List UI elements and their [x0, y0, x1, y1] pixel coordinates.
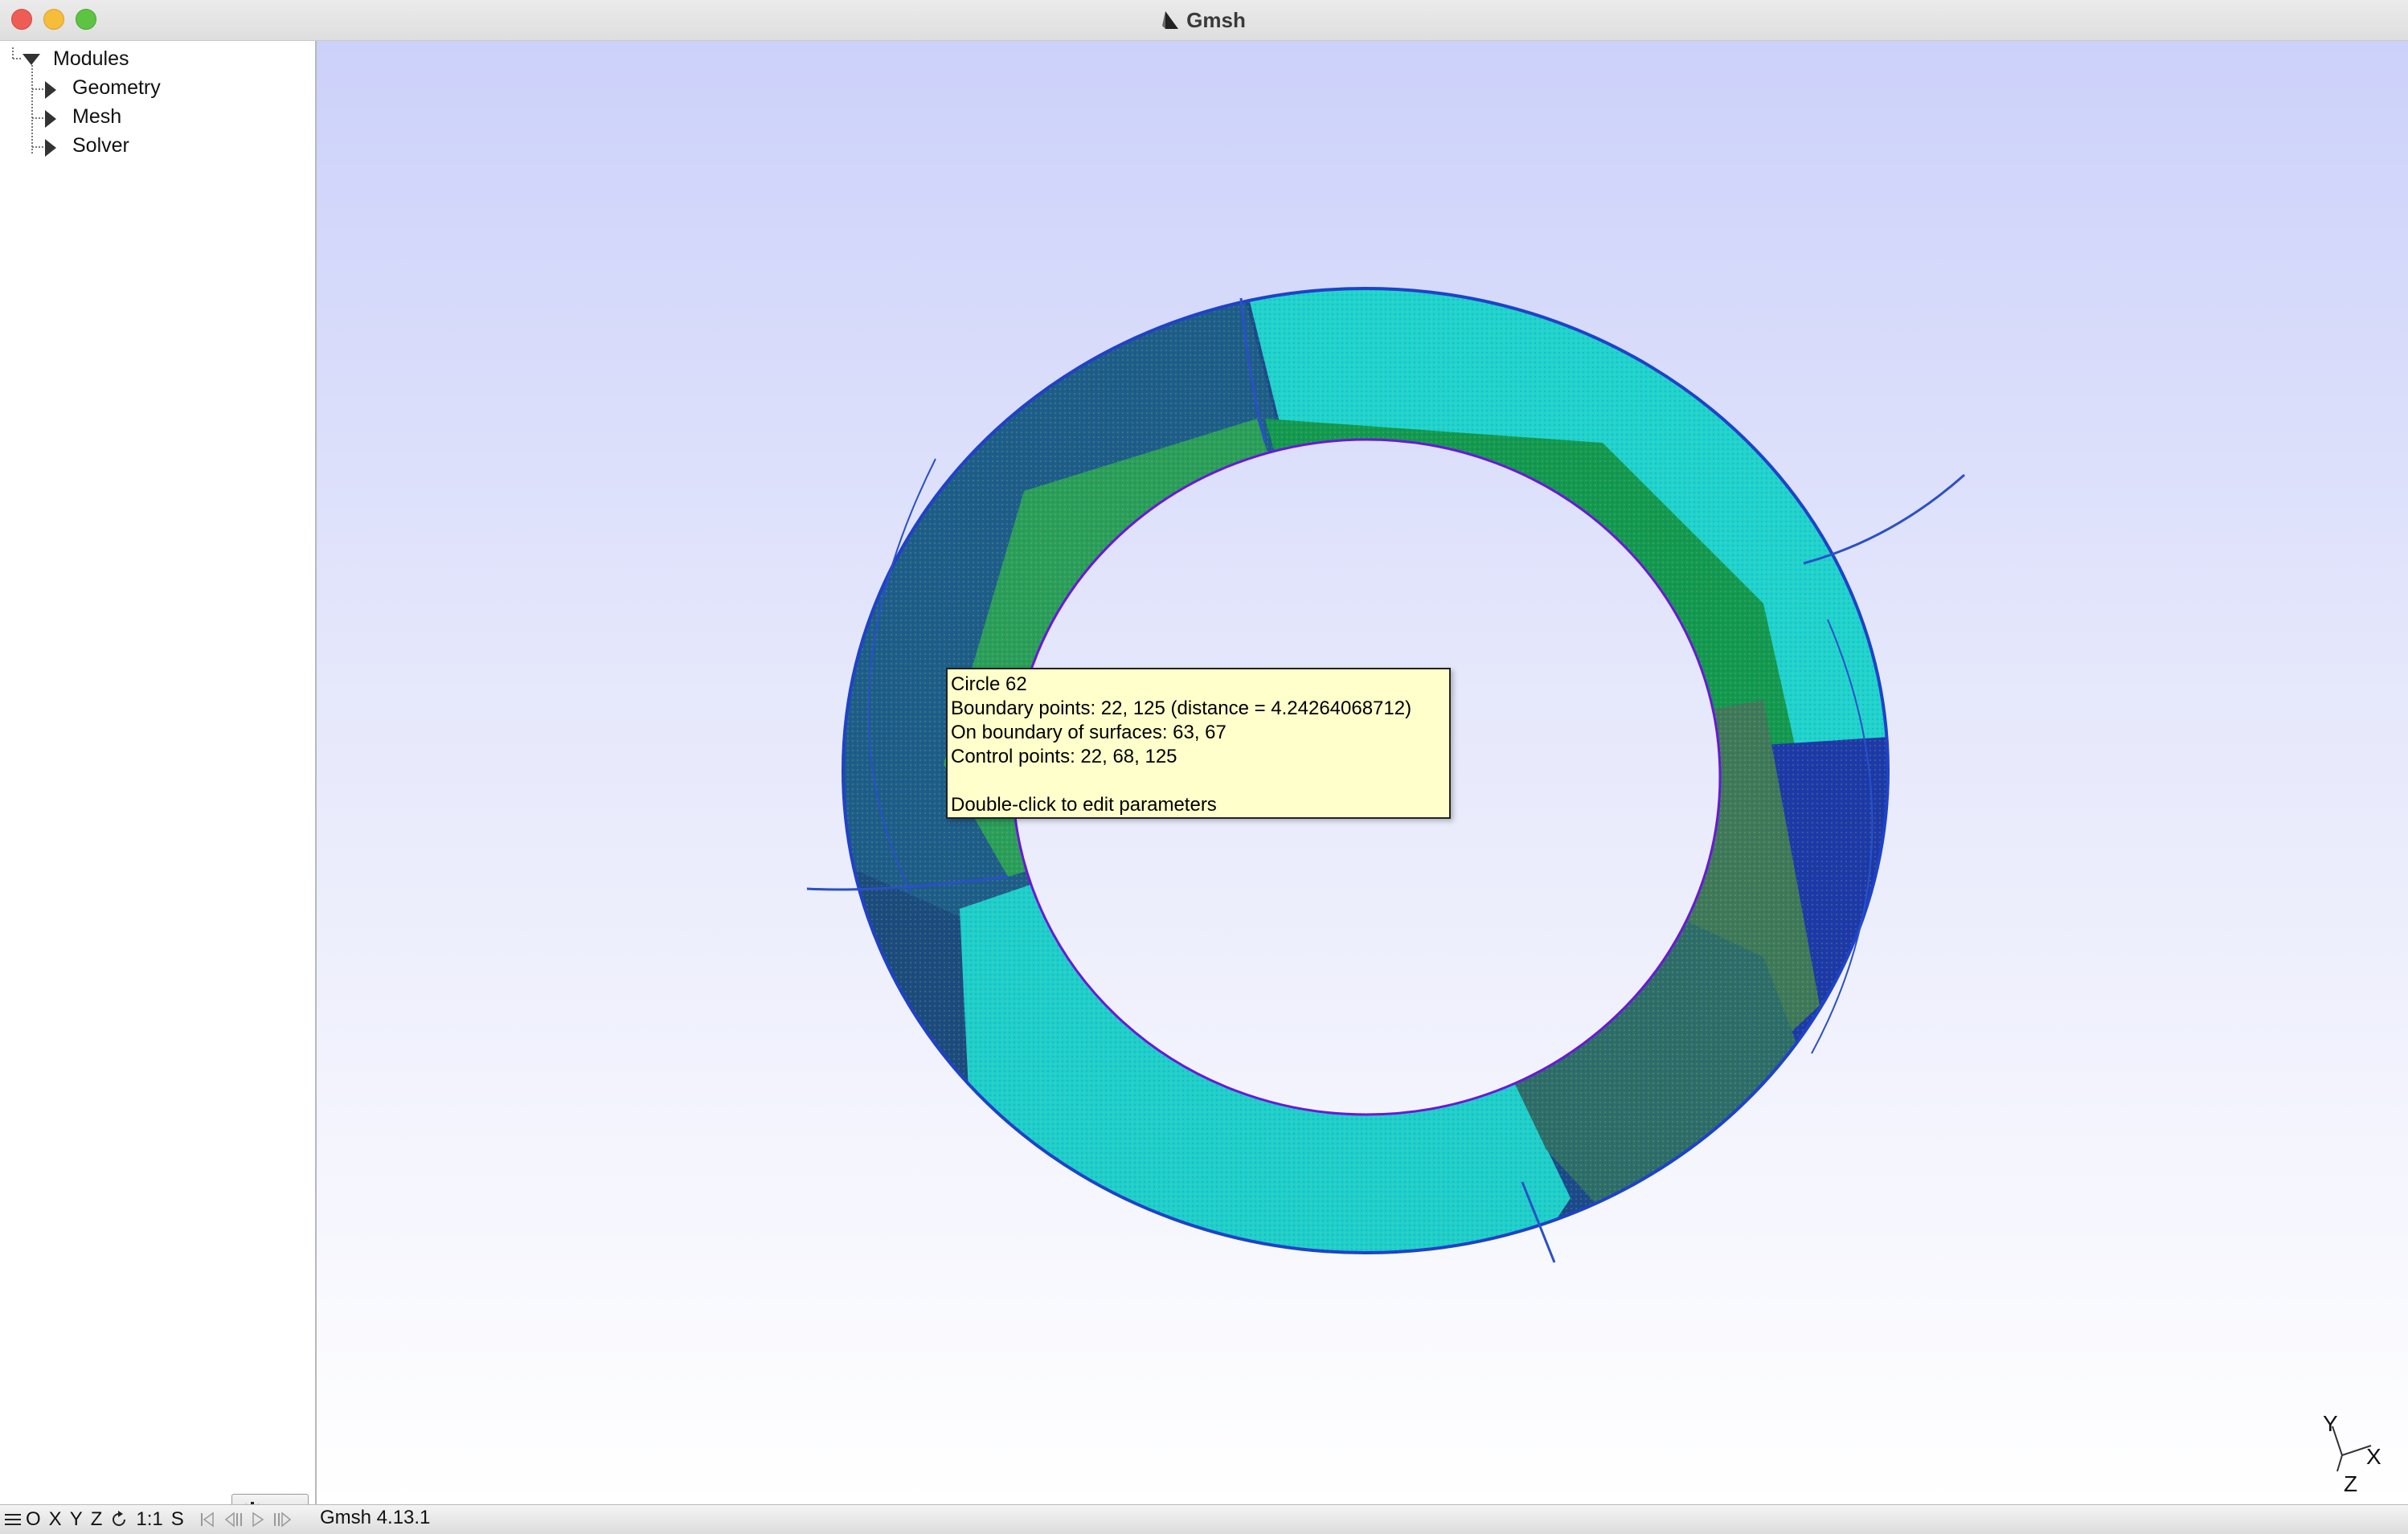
- tree-expand-icon[interactable]: [45, 81, 58, 103]
- first-frame-icon[interactable]: [200, 1512, 216, 1528]
- tree-root-modules[interactable]: Modules: [53, 47, 129, 71]
- view-origin-button[interactable]: O: [26, 1508, 41, 1531]
- gmsh-logo-icon: [1162, 10, 1180, 31]
- graphics-viewport[interactable]: Circle 62 Boundary points: 22, 125 (dist…: [317, 41, 2408, 1504]
- scale-s-button[interactable]: S: [171, 1508, 184, 1531]
- hamburger-icon[interactable]: [5, 1512, 21, 1528]
- next-frame-icon[interactable]: [272, 1512, 292, 1528]
- status-message: Gmsh 4.13.1: [320, 1507, 431, 1528]
- tooltip-spacer: [951, 769, 1446, 793]
- tooltip-hint: Double-click to edit parameters: [951, 794, 1217, 816]
- tree-item-geometry[interactable]: Geometry: [72, 76, 161, 100]
- tree-item-solver[interactable]: Solver: [72, 134, 129, 157]
- tooltip-boundary-points: Boundary points: 22, 125 (distance = 4.2…: [951, 697, 1412, 719]
- axis-label-x: X: [2366, 1444, 2381, 1469]
- axes-indicator: Y X Z: [2294, 1367, 2406, 1503]
- view-x-button[interactable]: X: [49, 1508, 62, 1531]
- title-bar: Gmsh: [0, 0, 2408, 41]
- previous-frame-icon[interactable]: [224, 1512, 244, 1528]
- tree-collapse-icon[interactable]: [23, 54, 42, 71]
- window-title: Gmsh: [1186, 7, 1246, 32]
- rotate-icon[interactable]: [110, 1511, 128, 1528]
- axis-label-z: Z: [2344, 1471, 2358, 1496]
- axis-label-y: Y: [2323, 1411, 2338, 1436]
- entity-info-tooltip: Circle 62 Boundary points: 22, 125 (dist…: [946, 668, 1451, 819]
- module-tree-panel: Modules Geometry Mesh Solver: [0, 41, 317, 1534]
- tree-expand-icon[interactable]: [45, 139, 58, 161]
- tooltip-boundary-surfaces: On boundary of surfaces: 63, 67: [951, 722, 1227, 743]
- view-y-button[interactable]: Y: [70, 1508, 83, 1531]
- view-z-button[interactable]: Z: [91, 1508, 103, 1531]
- tooltip-entity-name: Circle 62: [951, 673, 1027, 695]
- tree-expand-icon[interactable]: [45, 110, 58, 132]
- play-icon[interactable]: [252, 1512, 264, 1528]
- status-bar: O X Y Z 1:1 S Gmsh 4.13.1: [0, 1504, 2408, 1534]
- window-title-wrap: Gmsh: [0, 0, 2408, 40]
- scale-1to1-button[interactable]: 1:1: [136, 1508, 162, 1531]
- tree-item-mesh[interactable]: Mesh: [72, 105, 121, 129]
- tooltip-control-points: Control points: 22, 68, 125: [951, 746, 1177, 767]
